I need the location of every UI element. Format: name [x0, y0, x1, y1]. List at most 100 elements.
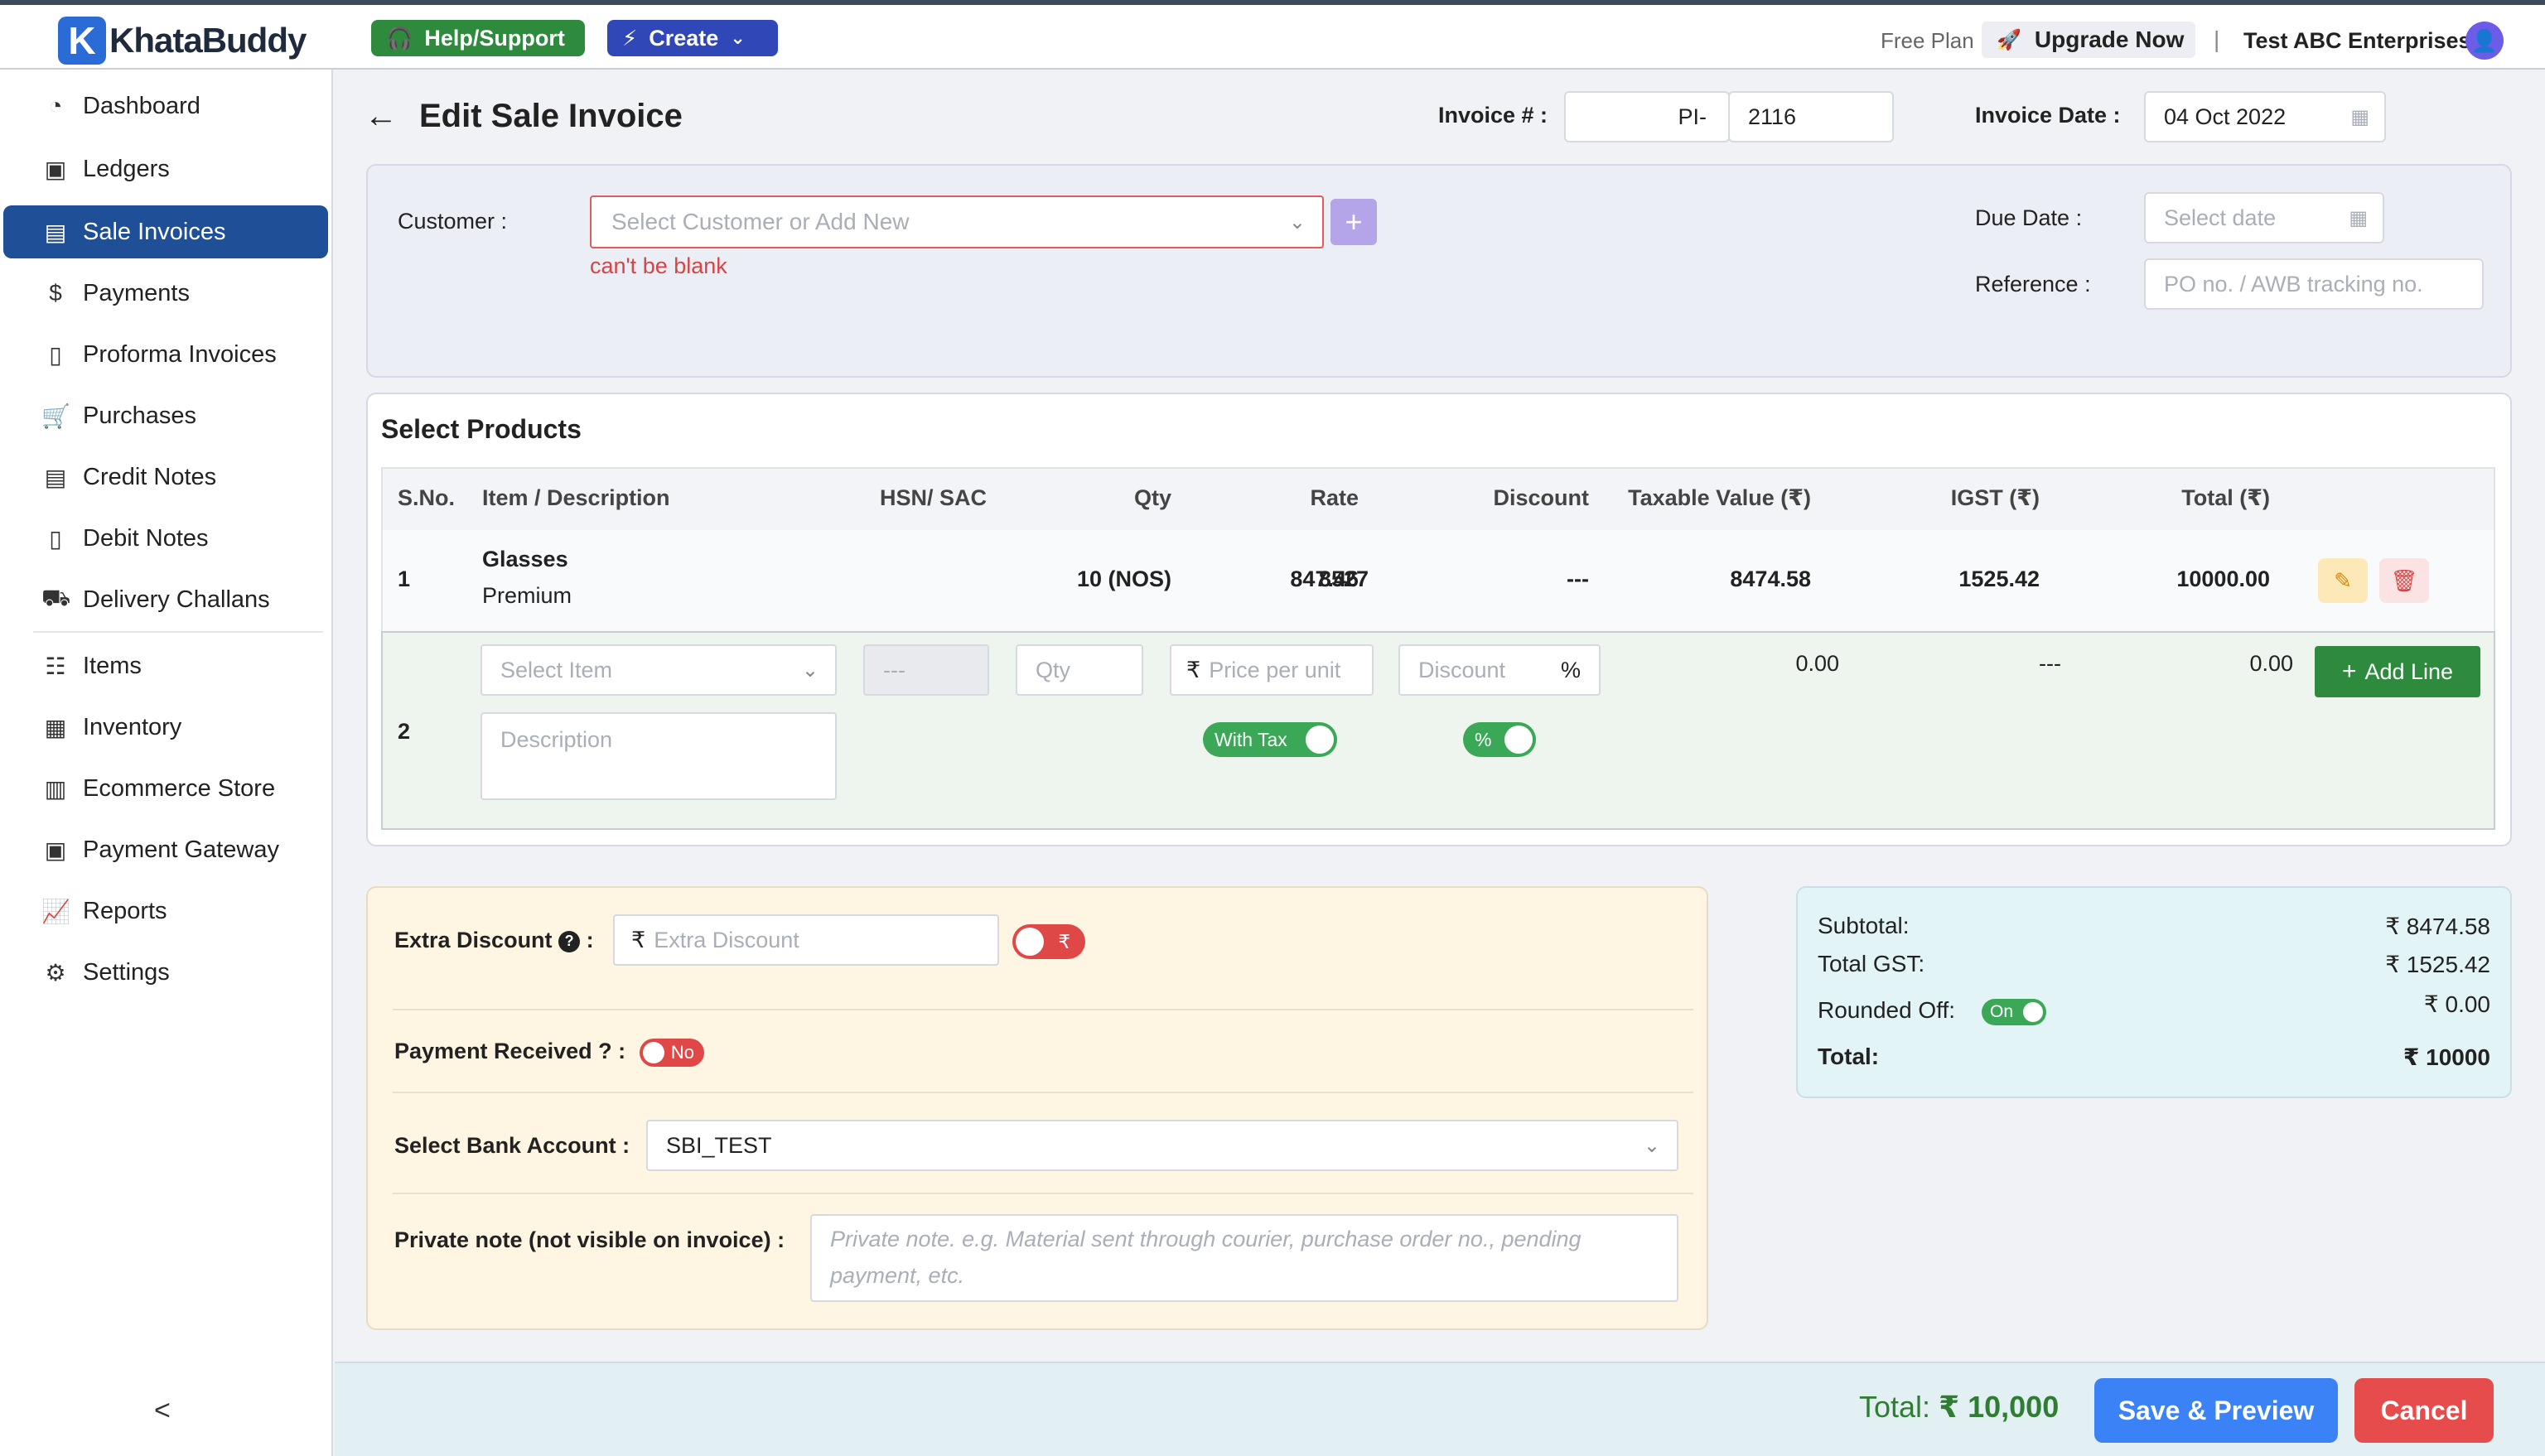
topbar-separator: |	[2214, 27, 2220, 52]
create-button[interactable]: ⚡ Create ⌄	[607, 20, 778, 56]
sidebar-item-inventory[interactable]: ▦ Inventory	[3, 701, 328, 754]
row-qty: 10 (NOS)	[1076, 566, 1171, 591]
invoice-icon: ▤	[44, 219, 67, 245]
rounded-off-value: ₹ 0.00	[2423, 991, 2490, 1017]
gateway-icon: ▣	[44, 836, 67, 863]
sidebar-item-debit-notes[interactable]: ▯ Debit Notes	[3, 512, 328, 565]
subtotal-value: ₹ 8474.58	[2385, 914, 2490, 939]
reference-input[interactable]: PO no. / AWB tracking no.	[2144, 258, 2484, 310]
top-bar: K KhataBuddy 🎧 Help/Support ⚡ Create ⌄ F…	[0, 0, 2545, 70]
edit-row-button[interactable]: ✎	[2318, 558, 2368, 603]
delete-row-button[interactable]: 🗑	[2379, 558, 2429, 603]
row-rate: 847.46	[1290, 566, 1359, 591]
company-name[interactable]: Test ABC Enterprises	[2243, 28, 2471, 54]
customer-select[interactable]: Select Customer or Add New ⌄	[590, 195, 1324, 248]
sidebar-item-ledgers[interactable]: ▣ Ledgers	[3, 142, 328, 195]
sidebar-item-label: Purchases	[83, 402, 197, 429]
invoice-date-input[interactable]: 04 Oct 2022 ▦	[2144, 91, 2386, 142]
save-preview-button[interactable]: Save & Preview	[2094, 1378, 2338, 1443]
rounded-off-toggle[interactable]: On	[1982, 999, 2046, 1025]
ledger-icon: ▣	[44, 156, 67, 182]
private-note-label: Private note (not visible on invoice) :	[394, 1227, 785, 1252]
chevron-down-icon: ⌄	[801, 658, 819, 682]
customer-select-placeholder: Select Customer or Add New	[611, 209, 910, 234]
new-line-sno: 2	[398, 719, 411, 744]
row-sno: 1	[398, 566, 411, 591]
discount-unit: %	[1560, 657, 1581, 682]
with-tax-toggle[interactable]: With Tax	[1203, 722, 1337, 757]
sidebar-item-label: Credit Notes	[83, 463, 217, 490]
bank-account-select[interactable]: SBI_TEST ⌄	[646, 1120, 1678, 1171]
sidebar-item-credit-notes[interactable]: ▤ Credit Notes	[3, 451, 328, 504]
sidebar-item-settings[interactable]: ⚙ Settings	[3, 946, 328, 999]
cancel-button[interactable]: Cancel	[2354, 1378, 2494, 1443]
gear-icon: ⚙	[45, 959, 66, 986]
user-avatar-icon[interactable]: 👤	[2465, 22, 2504, 60]
sidebar-item-ecommerce-store[interactable]: ▥ Ecommerce Store	[3, 762, 328, 815]
qty-input[interactable]: Qty	[1016, 644, 1143, 696]
label-colon: :	[586, 928, 594, 952]
invoice-prefix-field[interactable]: PI-	[1564, 91, 1730, 142]
page-title: Edit Sale Invoice	[419, 98, 683, 134]
brand-logo[interactable]: K KhataBuddy	[58, 17, 307, 65]
rate-input[interactable]: ₹ Price per unit	[1170, 644, 1374, 696]
discount-placeholder: Discount	[1418, 657, 1506, 682]
divider	[393, 1193, 1693, 1194]
rounded-off-label: Rounded Off:	[1818, 997, 1956, 1023]
note-icon: ▤	[44, 464, 67, 490]
new-line-igst: ---	[2039, 651, 2061, 676]
help-support-button[interactable]: 🎧 Help/Support	[371, 20, 585, 56]
hsn-input[interactable]: ---	[863, 644, 989, 696]
percent-toggle[interactable]: %	[1463, 722, 1536, 757]
logo-mark: K	[58, 17, 106, 65]
toggle-knob	[1504, 726, 1533, 754]
select-item-placeholder: Select Item	[500, 657, 613, 682]
divider	[393, 1092, 1693, 1093]
products-title: Select Products	[381, 414, 582, 444]
trash-icon: 🗑	[2390, 567, 2418, 593]
sidebar-item-proforma-invoices[interactable]: ▯ Proforma Invoices	[3, 328, 328, 381]
due-date-input[interactable]: Select date ▦	[2144, 192, 2384, 243]
create-label: Create	[649, 25, 719, 51]
discount-input[interactable]: Discount %	[1398, 644, 1601, 696]
column-header: Rate	[1310, 485, 1359, 510]
sidebar-item-sale-invoices[interactable]: ▤ Sale Invoices	[3, 205, 328, 258]
private-note-textarea[interactable]: Private note. e.g. Material sent through…	[810, 1214, 1678, 1302]
invoice-number-label: Invoice # :	[1438, 103, 1548, 128]
sidebar-item-delivery-challans[interactable]: ⛟ Delivery Challans	[3, 573, 328, 626]
rupee-icon: ₹	[1186, 657, 1201, 682]
sidebar-item-dashboard[interactable]: ◔ Dashboard	[3, 80, 328, 133]
add-line-button[interactable]: + Add Line	[2315, 646, 2480, 697]
column-header: Total (₹)	[2181, 485, 2270, 510]
description-textarea[interactable]: Description	[481, 712, 837, 800]
sidebar-item-purchases[interactable]: 🛒 Purchases	[3, 389, 328, 442]
sidebar-item-label: Settings	[83, 958, 170, 986]
column-header: Qty	[1133, 485, 1171, 510]
sidebar-item-label: Delivery Challans	[83, 586, 270, 613]
help-icon[interactable]: ?	[558, 930, 581, 952]
back-arrow-icon[interactable]: ←	[365, 98, 398, 135]
select-item-dropdown[interactable]: Select Item ⌄	[481, 644, 837, 696]
due-date-placeholder: Select date	[2164, 205, 2277, 230]
upgrade-button[interactable]: 🚀 Upgrade Now	[1982, 22, 2195, 58]
sidebar-item-reports[interactable]: 📈 Reports	[3, 885, 328, 938]
sidebar-item-payments[interactable]: $ Payments	[3, 267, 328, 320]
row-discount: ---	[1567, 566, 1589, 591]
row-item-description: Premium	[482, 583, 572, 608]
sidebar-item-label: Debit Notes	[83, 524, 209, 552]
discount-type-toggle[interactable]: ₹	[1012, 924, 1085, 959]
chevron-down-icon: ⌄	[730, 27, 746, 48]
sidebar-item-label: Items	[83, 652, 142, 679]
dashboard-icon: ◔	[48, 93, 63, 118]
footer-total: Total: ₹ 10,000	[1859, 1390, 2059, 1425]
sidebar-collapse-icon[interactable]: <	[154, 1395, 171, 1427]
sidebar-item-items[interactable]: ☷ Items	[3, 639, 328, 692]
footer-total-value: ₹ 10,000	[1939, 1390, 2060, 1424]
add-customer-button[interactable]: +	[1330, 199, 1377, 245]
sidebar-item-label: Payments	[83, 279, 190, 306]
payment-received-toggle[interactable]: No	[640, 1039, 704, 1067]
invoice-number-input[interactable]: 2116	[1728, 91, 1894, 142]
sidebar-item-label: Dashboard	[83, 92, 200, 119]
sidebar-item-payment-gateway[interactable]: ▣ Payment Gateway	[3, 823, 328, 876]
extra-discount-input[interactable]: ₹ Extra Discount	[613, 914, 999, 966]
